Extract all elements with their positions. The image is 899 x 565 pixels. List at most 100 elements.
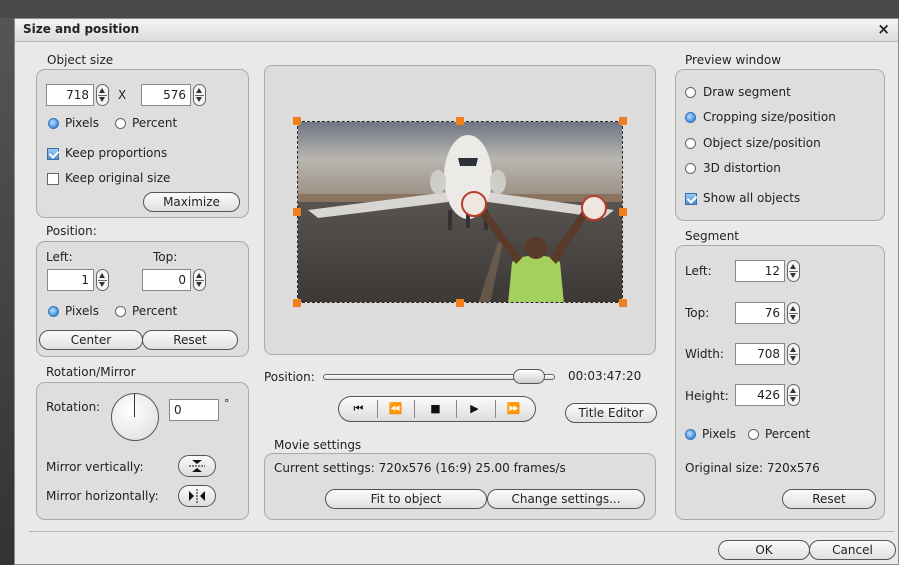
position-top-spinner[interactable] bbox=[193, 269, 206, 291]
crop-handle-top-center[interactable] bbox=[456, 117, 464, 125]
title-editor-button[interactable]: Title Editor bbox=[565, 403, 657, 423]
position-slider-thumb[interactable] bbox=[513, 369, 545, 384]
crop-handle-bottom-center[interactable] bbox=[456, 299, 464, 307]
segment-panel bbox=[675, 245, 885, 520]
keep-proportions-checkbox[interactable] bbox=[47, 148, 59, 160]
change-settings-button[interactable]: Change settings... bbox=[487, 489, 645, 509]
object-size-x-label: X bbox=[118, 88, 127, 102]
object-size-pixels-label: Pixels bbox=[65, 116, 100, 130]
rotation-input[interactable]: 0 bbox=[169, 399, 219, 421]
segment-percent-radio[interactable] bbox=[748, 429, 759, 440]
object-size-position-label: Object size/position bbox=[703, 136, 821, 150]
background-app-left-edge bbox=[0, 18, 14, 565]
object-size-percent-radio[interactable] bbox=[115, 118, 126, 129]
crop-handle-bottom-left[interactable] bbox=[293, 299, 301, 307]
segment-percent-label: Percent bbox=[765, 427, 811, 441]
preview-image[interactable] bbox=[297, 121, 623, 303]
position-percent-radio[interactable] bbox=[115, 306, 126, 317]
stop-icon[interactable]: ■ bbox=[419, 397, 452, 421]
object-width-input[interactable]: 718 bbox=[46, 84, 94, 106]
fit-to-object-button[interactable]: Fit to object bbox=[325, 489, 487, 509]
position-top-input[interactable]: 0 bbox=[142, 269, 191, 291]
footer-divider bbox=[29, 531, 894, 532]
mirror-vertical-icon bbox=[189, 460, 205, 472]
cropping-size-position-label: Cropping size/position bbox=[703, 110, 836, 124]
ok-button[interactable]: OK bbox=[718, 540, 810, 560]
segment-reset-button[interactable]: Reset bbox=[782, 489, 876, 509]
3d-distortion-label: 3D distortion bbox=[703, 161, 781, 175]
dialog-titlebar: Size and position × bbox=[15, 19, 898, 42]
background-app-strip bbox=[0, 0, 899, 18]
current-settings-text: Current settings: 720x576 (16:9) 25.00 f… bbox=[274, 461, 566, 475]
draw-segment-radio[interactable] bbox=[685, 87, 696, 98]
segment-pixels-label: Pixels bbox=[702, 427, 737, 441]
transport-separator bbox=[456, 400, 457, 418]
crop-handle-middle-left[interactable] bbox=[293, 208, 301, 216]
segment-height-spinner[interactable] bbox=[787, 384, 800, 406]
show-all-objects-label: Show all objects bbox=[703, 191, 801, 205]
cancel-button[interactable]: Cancel bbox=[809, 540, 896, 560]
position-slider-label: Position: bbox=[264, 370, 315, 384]
rotation-dial[interactable] bbox=[111, 393, 159, 441]
position-left-input[interactable]: 1 bbox=[47, 269, 94, 291]
3d-distortion-radio[interactable] bbox=[685, 163, 696, 174]
mirror-horizontal-button[interactable] bbox=[178, 485, 216, 507]
rewind-icon[interactable]: ⏪ bbox=[379, 397, 412, 421]
crop-handle-top-right[interactable] bbox=[619, 117, 627, 125]
object-size-label: Object size bbox=[47, 53, 114, 67]
segment-left-input[interactable]: 12 bbox=[735, 260, 785, 282]
segment-height-input[interactable]: 426 bbox=[735, 384, 785, 406]
position-pixels-label: Pixels bbox=[65, 304, 100, 318]
close-icon[interactable]: × bbox=[877, 20, 890, 38]
transport-separator bbox=[377, 400, 378, 418]
object-size-percent-label: Percent bbox=[132, 116, 178, 130]
segment-width-spinner[interactable] bbox=[787, 343, 800, 365]
draw-segment-label: Draw segment bbox=[703, 85, 791, 99]
segment-width-label: Width: bbox=[685, 347, 724, 361]
crop-handle-top-left[interactable] bbox=[293, 117, 301, 125]
center-button[interactable]: Center bbox=[39, 330, 143, 350]
cropping-size-position-radio[interactable] bbox=[685, 112, 696, 123]
transport-separator bbox=[414, 400, 415, 418]
crop-handle-middle-right[interactable] bbox=[619, 208, 627, 216]
segment-height-label: Height: bbox=[685, 389, 729, 403]
transport-separator bbox=[495, 400, 496, 418]
position-left-spinner[interactable] bbox=[96, 269, 109, 291]
maximize-button[interactable]: Maximize bbox=[143, 192, 240, 212]
rotation-group-label: Rotation/Mirror bbox=[46, 365, 136, 379]
fast-forward-icon[interactable]: ⏩ bbox=[497, 397, 530, 421]
position-reset-button[interactable]: Reset bbox=[142, 330, 238, 350]
position-top-label: Top: bbox=[153, 250, 178, 264]
show-all-objects-checkbox[interactable] bbox=[685, 193, 697, 205]
play-icon[interactable]: ▶ bbox=[458, 397, 491, 421]
position-left-label: Left: bbox=[46, 250, 73, 264]
keep-proportions-label: Keep proportions bbox=[65, 146, 168, 160]
segment-left-spinner[interactable] bbox=[787, 260, 800, 282]
mirror-horizontal-icon bbox=[189, 489, 205, 503]
object-size-position-radio[interactable] bbox=[685, 138, 696, 149]
segment-pixels-radio[interactable] bbox=[685, 429, 696, 440]
object-size-pixels-radio[interactable] bbox=[48, 118, 59, 129]
keep-original-size-checkbox[interactable] bbox=[47, 173, 59, 185]
crop-handle-bottom-right[interactable] bbox=[619, 299, 627, 307]
mirror-vertically-label: Mirror vertically: bbox=[46, 460, 144, 474]
object-width-spinner[interactable] bbox=[96, 84, 109, 106]
segment-top-input[interactable]: 76 bbox=[735, 302, 785, 324]
rotation-dial-pointer bbox=[134, 394, 135, 417]
position-pixels-radio[interactable] bbox=[48, 306, 59, 317]
segment-width-input[interactable]: 708 bbox=[735, 343, 785, 365]
timecode-display: 00:03:47:20 bbox=[568, 369, 642, 383]
position-percent-label: Percent bbox=[132, 304, 178, 318]
mirror-horizontally-label: Mirror horizontally: bbox=[46, 489, 159, 503]
dialog-title: Size and position bbox=[23, 22, 140, 36]
rotation-label: Rotation: bbox=[46, 400, 101, 414]
airplane-marshaller-image bbox=[298, 122, 622, 302]
skip-to-start-icon[interactable]: ⏮ bbox=[342, 397, 375, 421]
original-size-text: Original size: 720x576 bbox=[685, 461, 820, 475]
segment-left-label: Left: bbox=[685, 264, 712, 278]
object-height-input[interactable]: 576 bbox=[141, 84, 191, 106]
mirror-vertical-button[interactable] bbox=[178, 455, 216, 477]
segment-top-spinner[interactable] bbox=[787, 302, 800, 324]
object-height-spinner[interactable] bbox=[193, 84, 206, 106]
keep-original-size-label: Keep original size bbox=[65, 171, 171, 185]
